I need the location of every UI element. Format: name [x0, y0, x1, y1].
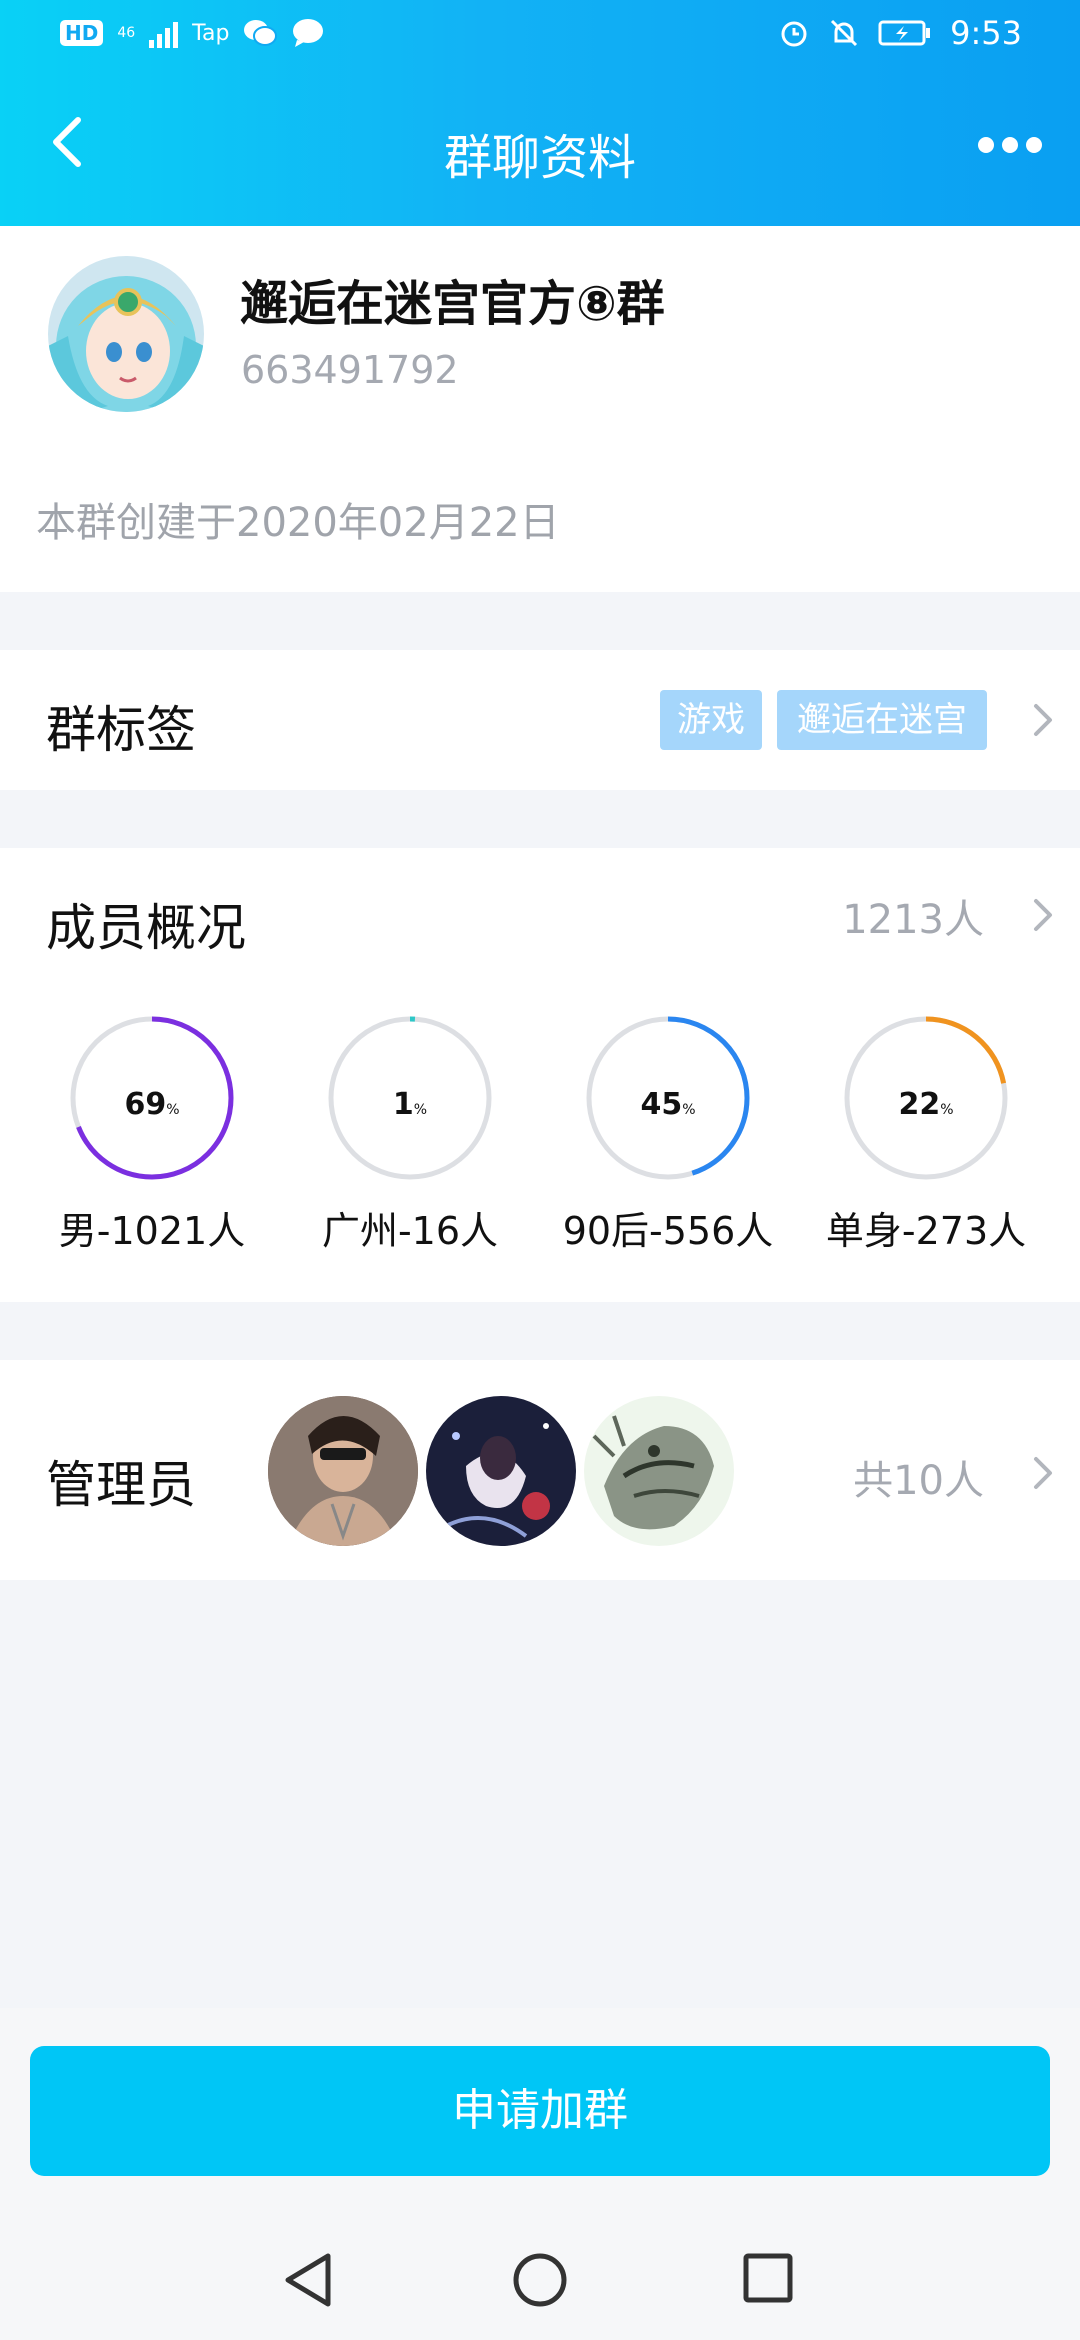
clock: 9:53	[950, 14, 1022, 52]
group-created-date: 本群创建于2020年02月22日	[36, 500, 560, 546]
battery-icon	[878, 20, 931, 46]
ring-label: 90后-556人	[562, 1209, 774, 1253]
message-icon	[293, 19, 324, 47]
system-nav-bar	[0, 2220, 1080, 2340]
ring-value: 22%	[898, 1087, 954, 1122]
ring-label: 广州-16人	[321, 1209, 499, 1253]
ring-label: 男-1021人	[58, 1209, 246, 1253]
chevron-right-icon	[1034, 1457, 1052, 1489]
admin-avatar[interactable]	[426, 1396, 576, 1546]
ring-value: 45%	[640, 1087, 696, 1122]
group-name: 邂逅在迷宫官方⑧群	[240, 276, 665, 332]
ring-label: 单身-273人	[825, 1209, 1027, 1253]
network-type: 46	[117, 25, 136, 41]
mute-icon	[831, 19, 858, 47]
tag-chip: 邂逅在迷宫	[777, 690, 987, 750]
tap-label: Tap	[192, 20, 230, 46]
nav-recents-icon[interactable]	[742, 2252, 794, 2304]
alarm-icon	[781, 21, 807, 47]
hd-badge: HD	[60, 20, 104, 46]
admin-count: 共10人	[853, 1458, 984, 1504]
status-bar: HD 46 Tap 9:53	[0, 0, 1080, 74]
admin-avatar[interactable]	[584, 1396, 734, 1546]
nav-home-icon[interactable]	[512, 2252, 568, 2308]
member-count: 1213人	[842, 897, 984, 943]
ring-value: 69%	[124, 1087, 180, 1122]
more-dots-icon[interactable]	[970, 130, 1050, 160]
ring-value: 1%	[392, 1087, 428, 1122]
nav-back-icon[interactable]	[282, 2252, 336, 2308]
group-tags-label: 群标签	[46, 701, 196, 759]
member-overview-label: 成员概况	[46, 899, 246, 957]
signal-icon	[149, 18, 179, 48]
wechat-icon	[244, 20, 278, 46]
chevron-right-icon	[1034, 899, 1052, 931]
chevron-right-icon	[1034, 704, 1052, 736]
group-id: 663491792	[241, 348, 459, 392]
tag-chip: 游戏	[660, 690, 762, 750]
admin-avatar[interactable]	[268, 1396, 418, 1546]
admins-label: 管理员	[46, 1456, 196, 1514]
title-bar: 群聊资料	[0, 90, 1080, 210]
group-avatar[interactable]	[48, 256, 204, 412]
join-group-button[interactable]: 申请加群	[30, 2046, 1050, 2176]
page-title: 群聊资料	[443, 130, 636, 186]
